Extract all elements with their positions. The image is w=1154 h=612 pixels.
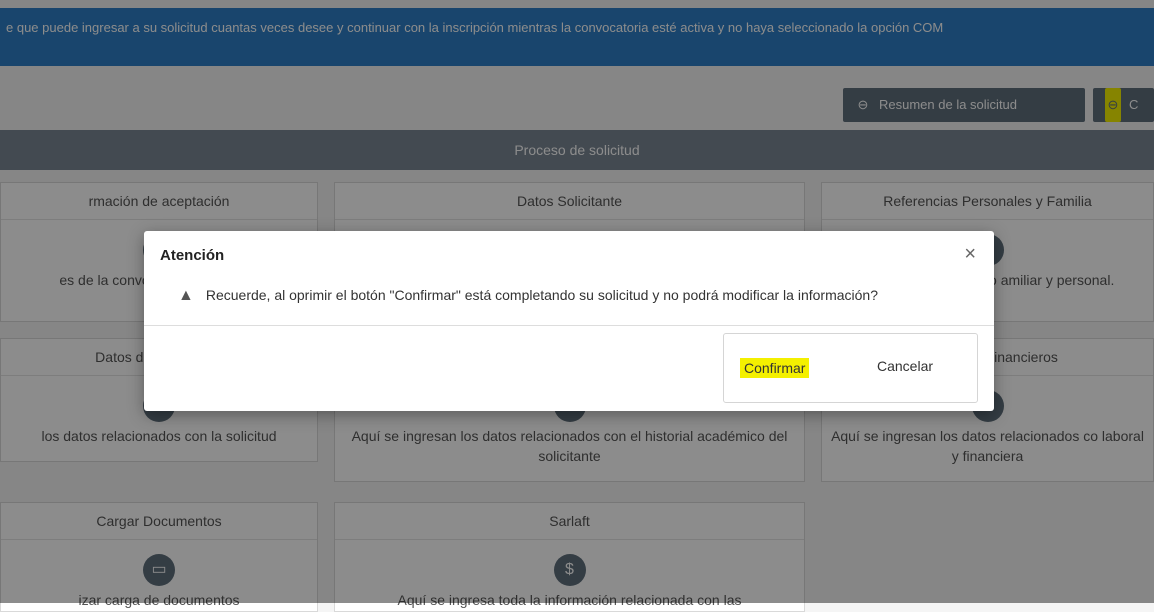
dialog-actions: Confirmar Cancelar (723, 333, 978, 403)
cancel-button[interactable]: Cancelar (877, 358, 933, 374)
close-icon[interactable]: × (964, 243, 976, 266)
confirm-dialog: Atención × ▲ Recuerde, al oprimir el botó… (144, 231, 994, 411)
dialog-title: Atención (160, 247, 225, 264)
dialog-divider (144, 325, 994, 326)
dialog-message-text: Recuerde, al oprimir el botón "Confirmar… (205, 287, 878, 303)
confirm-button[interactable]: Confirmar (740, 358, 810, 378)
dialog-message: ▲ Recuerde, al oprimir el botón "Confirma… (178, 287, 878, 305)
warning-icon: ▲ (178, 287, 194, 304)
